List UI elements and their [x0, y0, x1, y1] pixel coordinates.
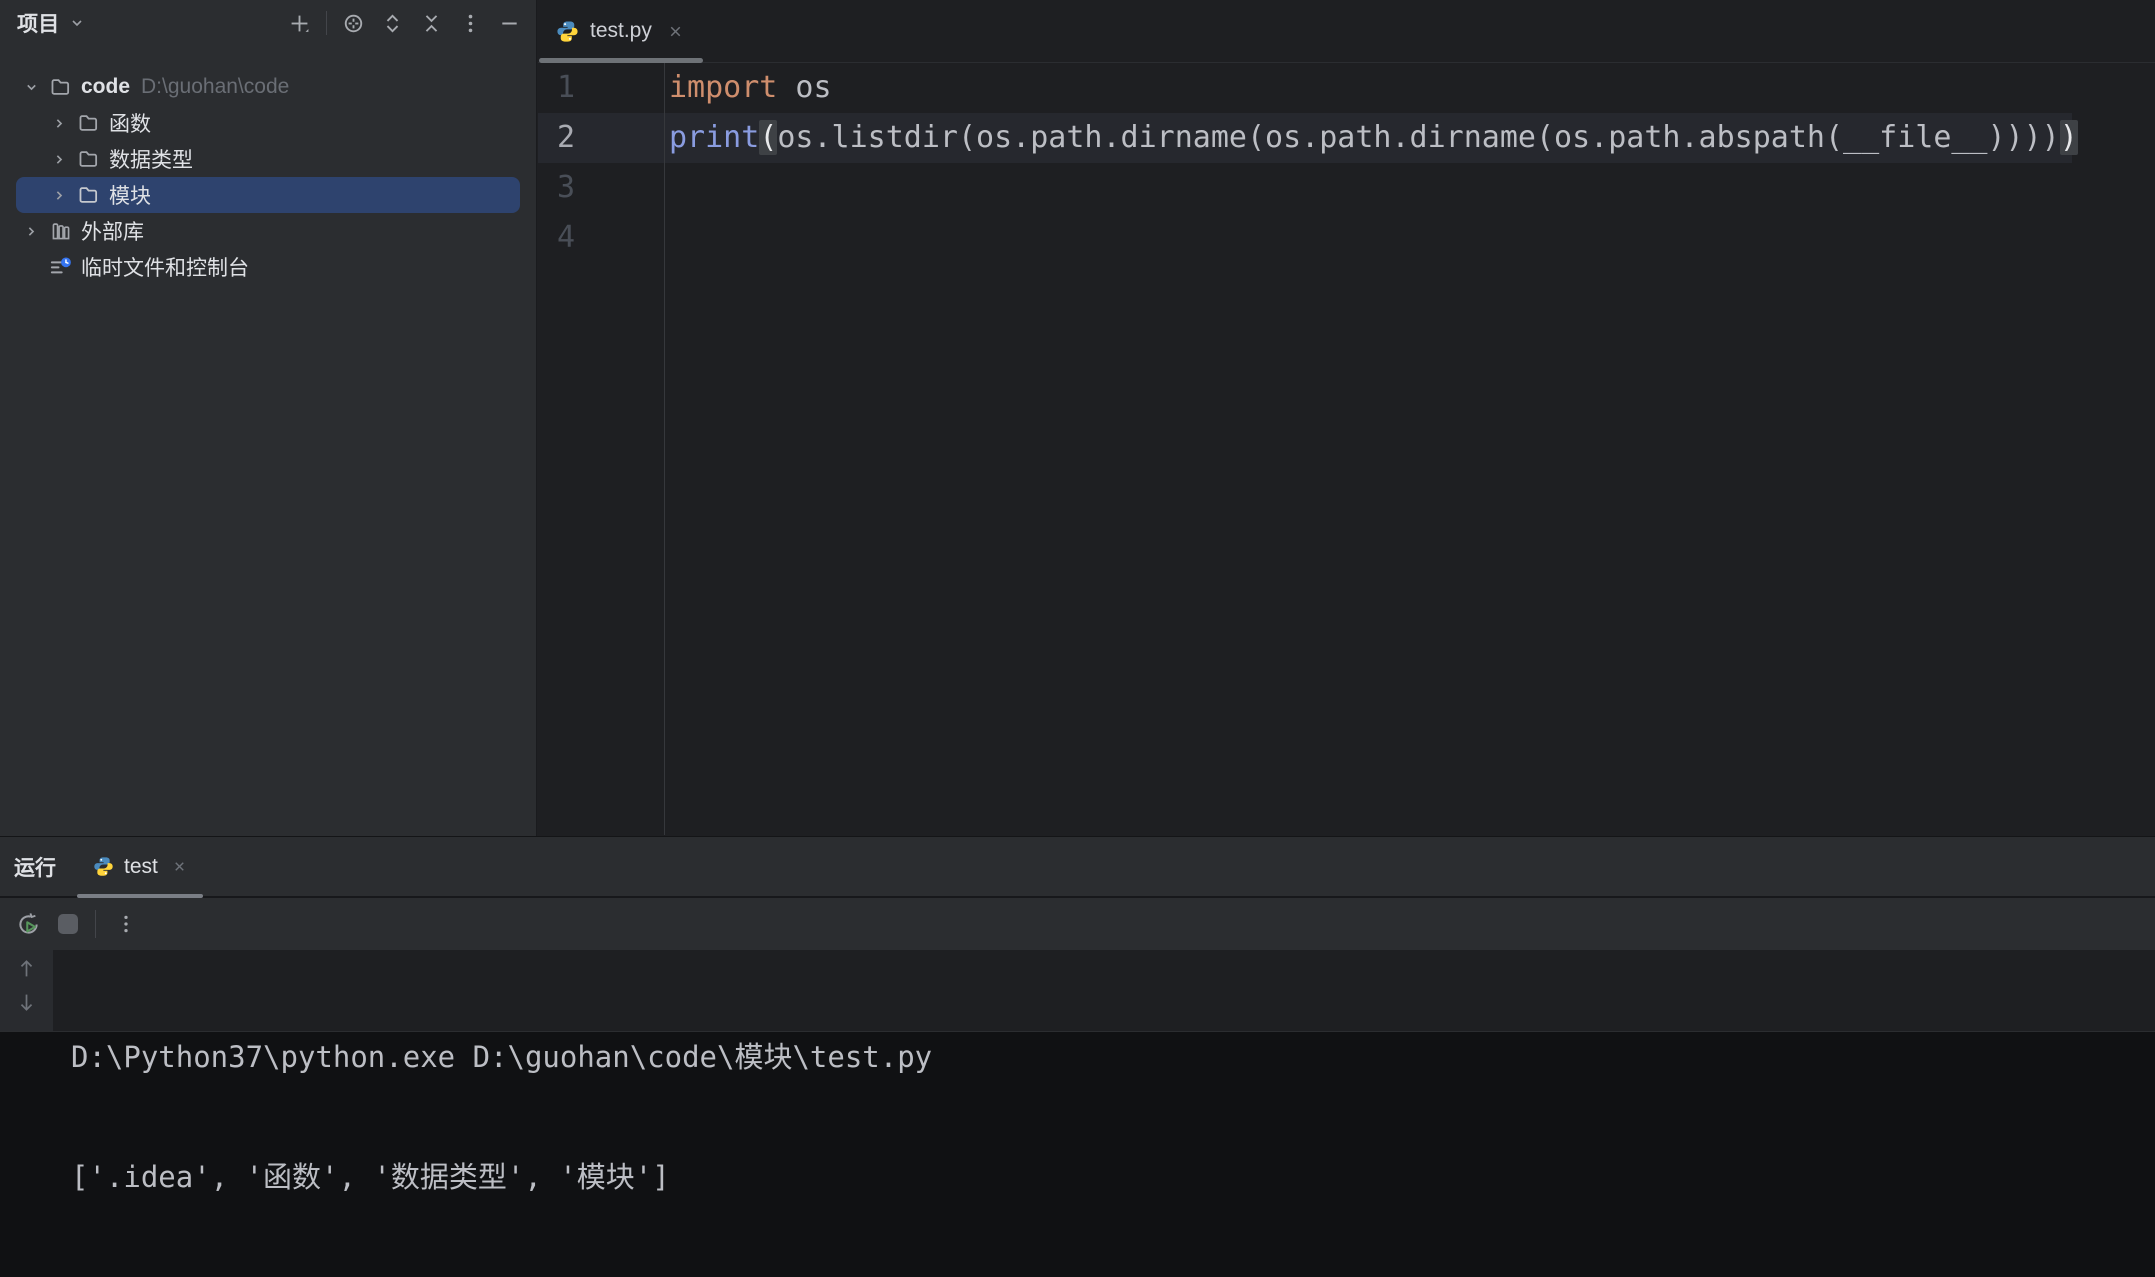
tree-item-code[interactable]: code D:\guohan\code [16, 69, 520, 105]
python-file-icon [93, 856, 114, 877]
gutter-separator [664, 63, 665, 835]
tree-item-external-libraries[interactable]: 外部库 [16, 213, 520, 249]
tab-title: test.py [590, 19, 652, 43]
more-options-icon[interactable] [113, 912, 138, 937]
line-number[interactable]: 2 [538, 113, 664, 163]
code-line-4[interactable]: 4 [538, 213, 2155, 263]
tree-item-mokuai-selected[interactable]: 模块 [16, 177, 520, 213]
project-tree: code D:\guohan\code 函数 数据类型 [0, 46, 536, 285]
tree-item-shujuleixing[interactable]: 数据类型 [16, 141, 520, 177]
locate-file-icon[interactable] [341, 11, 366, 36]
code-text[interactable]: import os [664, 63, 832, 113]
python-file-icon [556, 20, 579, 43]
code-line-1[interactable]: 1 import os [538, 63, 2155, 113]
line-number[interactable]: 1 [538, 63, 664, 113]
code-editor[interactable]: 1 import os 2 print(os.listdir(os.path.d… [538, 63, 2155, 835]
rerun-icon[interactable] [16, 912, 41, 937]
folder-icon [49, 76, 72, 99]
run-toolbar [0, 898, 2155, 950]
code-line-2-current[interactable]: 2 print(os.listdir(os.path.dirname(os.pa… [538, 113, 2155, 163]
tree-item-scratches[interactable]: 临时文件和控制台 [16, 249, 520, 285]
chevron-down-icon[interactable] [22, 78, 40, 96]
hide-tool-window-icon[interactable] [497, 11, 522, 36]
chevron-right-icon[interactable] [50, 114, 68, 132]
console-output: D:\Python37\python.exe D:\guohan\code\模块… [53, 950, 932, 1031]
collapse-all-icon[interactable] [419, 11, 444, 36]
project-toolbar [287, 11, 522, 36]
folder-icon [77, 148, 100, 171]
matched-brace-close: ) [2060, 120, 2078, 155]
tree-item-label: 外部库 [81, 216, 144, 246]
tab-test-py[interactable]: test.py [538, 0, 704, 62]
scroll-down-icon[interactable] [15, 991, 38, 1014]
library-icon [49, 220, 72, 243]
tree-item-label: 模块 [109, 180, 151, 210]
chevron-down-icon[interactable] [69, 15, 85, 31]
more-options-icon[interactable] [458, 11, 483, 36]
matched-brace-open: ( [759, 120, 777, 155]
add-icon[interactable] [287, 11, 312, 36]
project-panel-title[interactable]: 项目 [17, 8, 60, 38]
tree-item-hanshu[interactable]: 函数 [16, 105, 520, 141]
project-panel-header: 项目 [0, 0, 536, 46]
scroll-up-icon[interactable] [15, 957, 38, 980]
pycharm-window: 项目 [0, 0, 2155, 1032]
line-number[interactable]: 3 [538, 163, 664, 213]
code-line-3[interactable]: 3 [538, 163, 2155, 213]
run-panel-header: 运行 test [0, 837, 2155, 898]
chevron-right-icon[interactable] [50, 150, 68, 168]
chevron-right-icon[interactable] [22, 222, 40, 240]
code-text[interactable]: print(os.listdir(os.path.dirname(os.path… [664, 113, 2078, 163]
line-number[interactable]: 4 [538, 213, 664, 263]
project-tool-window: 项目 [0, 0, 537, 836]
tree-item-label: 函数 [109, 108, 151, 138]
scratches-icon [49, 256, 72, 279]
expand-all-icon[interactable] [380, 11, 405, 36]
run-tab-test[interactable]: test [77, 837, 203, 896]
close-icon[interactable] [172, 859, 187, 874]
run-panel-title[interactable]: 运行 [14, 852, 56, 882]
tree-item-path: D:\guohan\code [141, 75, 289, 99]
tree-item-label: code [81, 75, 130, 99]
stop-icon[interactable] [58, 914, 78, 934]
folder-icon [77, 112, 100, 135]
run-tool-window: 运行 test [0, 836, 2155, 1032]
folder-icon [77, 184, 100, 207]
console-scroll-strip [0, 950, 53, 1031]
chevron-right-icon[interactable] [50, 186, 68, 204]
tree-item-label: 数据类型 [109, 144, 193, 174]
run-tab-title: test [124, 855, 158, 879]
run-console[interactable]: D:\Python37\python.exe D:\guohan\code\模块… [0, 950, 2155, 1031]
editor-tab-bar: test.py [538, 0, 2155, 63]
close-icon[interactable] [667, 23, 684, 40]
editor-area: test.py 1 import os 2 print(os.listdir(o… [538, 0, 2155, 836]
console-line: ['.idea', '函数', '数据类型', '模块'] [71, 1157, 932, 1197]
console-line: D:\Python37\python.exe D:\guohan\code\模块… [71, 1037, 932, 1077]
tree-item-label: 临时文件和控制台 [81, 252, 249, 282]
toolbar-divider [95, 910, 96, 938]
toolbar-divider [326, 11, 327, 35]
